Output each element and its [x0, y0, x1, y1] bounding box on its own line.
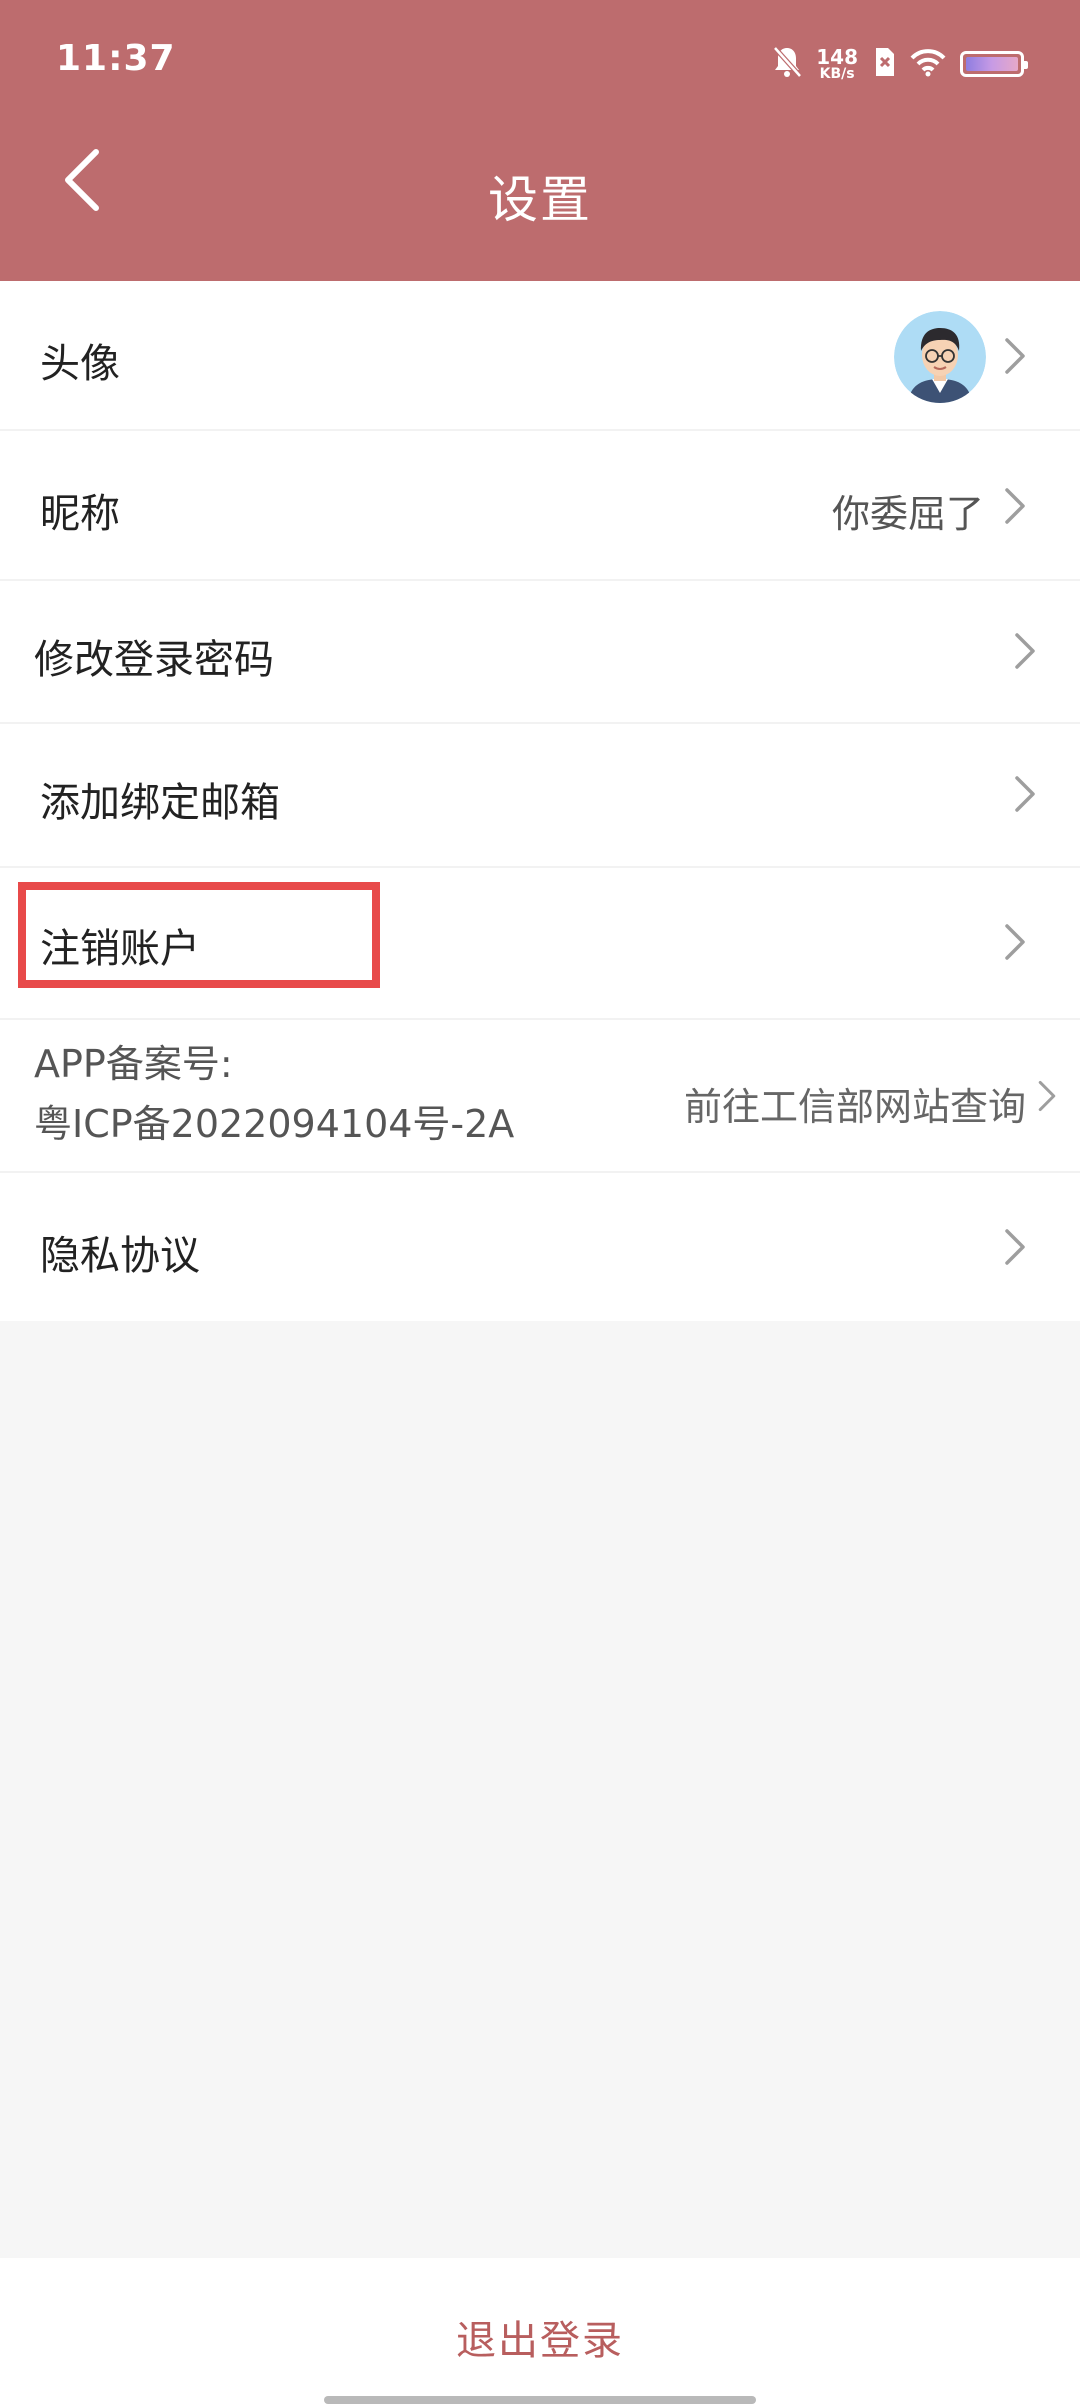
- net-speed: 148 KB/s: [816, 45, 858, 82]
- chevron-right-icon: [1005, 1229, 1025, 1265]
- settings-row-bind-email[interactable]: 添加绑定邮箱: [0, 724, 1080, 868]
- settings-row-change-password[interactable]: 修改登录密码: [0, 581, 1080, 724]
- beian-label: APP备案号:: [34, 1042, 233, 1086]
- chevron-right-icon: [1005, 338, 1025, 374]
- settings-row-nickname[interactable]: 昵称 你委屈了: [0, 431, 1080, 581]
- avatar: [894, 311, 986, 403]
- row-label: 注销账户: [40, 926, 200, 972]
- settings-row-avatar[interactable]: 头像: [0, 281, 1080, 431]
- settings-row-privacy[interactable]: 隐私协议: [0, 1173, 1080, 1321]
- beian-query-link[interactable]: 前往工信部网站查询: [684, 1076, 1026, 1131]
- home-indicator[interactable]: [324, 2396, 756, 2404]
- bell-off-icon: [772, 45, 803, 83]
- logout-button[interactable]: 退出登录: [0, 2308, 1080, 2366]
- battery-icon: [960, 51, 1028, 77]
- row-label: 昵称: [40, 491, 120, 537]
- sim-x-icon: [872, 47, 896, 81]
- chevron-right-icon: [1005, 924, 1025, 960]
- settings-row-cancel-account[interactable]: 注销账户: [0, 868, 1080, 1020]
- wifi-icon: [910, 47, 946, 81]
- beian-info: APP备案号: 粤ICP备2022094104号-2A: [34, 1034, 514, 1154]
- row-label: 头像: [40, 341, 120, 387]
- nickname-value: 你委屈了: [831, 492, 984, 536]
- chevron-right-icon: [1015, 776, 1035, 812]
- row-label: 添加绑定邮箱: [40, 780, 280, 826]
- settings-row-beian[interactable]: APP备案号: 粤ICP备2022094104号-2A 前往工信部网站查询: [0, 1020, 1080, 1173]
- row-label: 修改登录密码: [34, 637, 274, 683]
- battery-level: [966, 57, 1018, 71]
- logout-bar: 退出登录: [0, 2258, 1080, 2408]
- chevron-right-icon: [1005, 488, 1025, 524]
- beian-number: 粤ICP备2022094104号-2A: [34, 1102, 515, 1146]
- row-label: 隐私协议: [40, 1233, 200, 1279]
- status-time: 11:37: [56, 38, 176, 79]
- status-icons: 148 KB/s: [772, 40, 1028, 88]
- settings-list: 头像 昵称 你委屈了 修改登录密码 添加绑定邮箱 注销账户 APP备案号: 粤I…: [0, 281, 1080, 1321]
- app-header: 11:37 148 KB/s 设置: [0, 0, 1080, 281]
- page-title: 设置: [488, 171, 592, 229]
- chevron-right-icon: [1015, 633, 1035, 669]
- chevron-right-icon: [1038, 1080, 1056, 1112]
